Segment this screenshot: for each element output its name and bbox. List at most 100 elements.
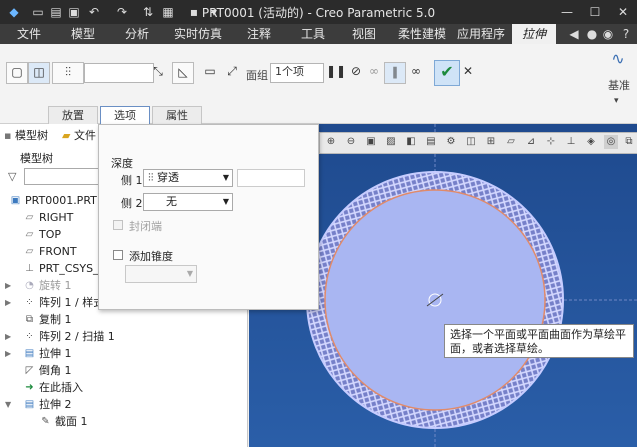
ok-check-icon[interactable]: ✔: [434, 60, 460, 86]
remove-material-icon[interactable]: ◺: [172, 62, 194, 84]
model-tree-header: 模型树: [20, 152, 53, 165]
tab-flexible-modeling[interactable]: 柔性建模: [390, 24, 454, 44]
window-title: PRT0001 (活动的) - Creo Parametric 5.0: [201, 6, 436, 20]
sketch-icon: ✎: [41, 416, 50, 427]
pause-icon[interactable]: ❚❚: [326, 62, 346, 82]
annotation-display-icon[interactable]: ◈: [584, 135, 598, 149]
help-icon[interactable]: ?: [618, 26, 634, 42]
tab-analysis[interactable]: 分析: [112, 24, 162, 44]
view-manager-icon[interactable]: ⚙: [444, 135, 458, 149]
preview-icon[interactable]: ∞: [364, 62, 384, 82]
close-ends-label: 封闭端: [129, 220, 162, 233]
verify-preview-icon[interactable]: ∥: [384, 62, 406, 84]
tab-view[interactable]: 视图: [342, 24, 386, 44]
thicken-icon[interactable]: ▭: [200, 62, 220, 82]
tree-search-field[interactable]: [24, 168, 104, 185]
zoom-out-icon[interactable]: ⊖: [344, 135, 358, 149]
collapse-icon[interactable]: ▼: [5, 396, 11, 413]
side2-label: 侧 2: [121, 197, 143, 210]
expand-icon[interactable]: ▶: [5, 294, 11, 311]
expand-icon[interactable]: ▶: [5, 328, 11, 345]
tab-model[interactable]: 模型: [58, 24, 108, 44]
chevron-down-icon: ▼: [222, 173, 229, 182]
tab-file[interactable]: 文件: [4, 24, 54, 44]
chamfer-icon: ◸: [25, 365, 34, 376]
add-taper-checkbox[interactable]: [113, 250, 123, 260]
display-icon[interactable]: ●: [584, 26, 600, 42]
taper-value-select[interactable]: ▼: [125, 265, 197, 283]
solid-type-icon[interactable]: ▢: [6, 62, 28, 84]
datum-plane-icon: ▱: [25, 212, 34, 223]
side1-label: 侧 1: [121, 174, 143, 187]
glasses-icon[interactable]: ∞: [406, 62, 426, 82]
tab-files[interactable]: ▰ 文件: [62, 126, 96, 146]
datum-plane-icon: ▱: [25, 229, 34, 240]
model-tree-icon: ▪: [4, 129, 12, 142]
side1-depth-select[interactable]: ⫶⫶ 穿透 ▼: [143, 169, 233, 187]
trim-icon[interactable]: ⤢: [222, 62, 242, 82]
sets-label: 面组: [246, 69, 268, 82]
insert-here-icon: ➜: [25, 382, 34, 393]
repaint-icon[interactable]: ▨: [384, 135, 398, 149]
tab-annotate[interactable]: 注释: [234, 24, 284, 44]
tab-model-tree[interactable]: ▪ 模型树: [4, 126, 48, 146]
close-ends-checkbox[interactable]: [113, 220, 123, 230]
point-display-icon[interactable]: ⊹: [544, 135, 558, 149]
tab-extrude[interactable]: 拉伸: [512, 24, 556, 44]
datum-dropdown-icon[interactable]: ▾: [614, 96, 619, 106]
tab-applications[interactable]: 应用程序: [456, 24, 506, 44]
perspective-icon[interactable]: ◫: [464, 135, 478, 149]
options-panel: 深度 侧 1 ⫶⫶ 穿透 ▼ 侧 2 无 ▼ 封闭端 添加锥度 ▼: [98, 124, 319, 310]
expand-icon[interactable]: ▶: [5, 277, 11, 294]
minimize-icon[interactable]: —: [556, 2, 578, 22]
graphics-toolbar: ⊕ ⊖ ▣ ▨ ◧ ▤ ⚙ ◫ ⊞ ▱ ⊿ ⊹ ⊥ ◈ ◎ ⧉: [319, 132, 637, 154]
display-style-icon[interactable]: ◧: [404, 135, 418, 149]
revolve-icon: ◔: [25, 280, 34, 291]
saved-orientations-icon[interactable]: ▤: [424, 135, 438, 149]
depth-option-button[interactable]: ⫶⫶: [52, 62, 84, 84]
depth-label: 深度: [111, 157, 133, 170]
csys-icon: ⊥: [25, 263, 34, 274]
settings-icon[interactable]: ◉: [600, 26, 616, 42]
ribbon-tabs: 文件 模型 分析 实时仿真 注释 工具 视图 柔性建模 应用程序 拉伸 ◀ ● …: [0, 24, 637, 44]
sketch-view-icon[interactable]: ⧉: [622, 135, 636, 149]
datum-label[interactable]: 基准: [608, 77, 630, 93]
extrude-icon: ▤: [24, 399, 35, 410]
navigation-icon[interactable]: ◀: [566, 26, 582, 42]
depth-value-field[interactable]: [84, 63, 154, 83]
folder-icon: ▰: [62, 129, 71, 142]
datum-plane-icon: ▱: [25, 246, 34, 257]
flip-direction-icon[interactable]: ⤡: [148, 62, 168, 82]
sketch-plane-tooltip: 选择一个平面或平面曲面作为草绘平面，或者选择草绘。: [444, 324, 634, 358]
spin-center-icon[interactable]: ◎: [604, 135, 618, 149]
datum-icon[interactable]: ∿: [606, 50, 630, 74]
title-bar: ◆ ▭ ▤ ▣ ↶ ↷ ⇅ ▦ ▪ ▾ PRT0001 (活动的) - Creo…: [0, 0, 637, 24]
tab-options[interactable]: 选项: [100, 106, 150, 125]
tab-tools[interactable]: 工具: [288, 24, 338, 44]
zoom-in-icon[interactable]: ⊕: [324, 135, 338, 149]
close-icon[interactable]: ✕: [612, 2, 634, 22]
csys-display-icon[interactable]: ⊥: [564, 135, 578, 149]
side2-depth-select[interactable]: 无 ▼: [143, 193, 233, 211]
no-preview-icon[interactable]: ⊘: [346, 62, 366, 82]
through-all-icon: ⫶⫶: [148, 171, 154, 184]
refit-icon[interactable]: ▣: [364, 135, 378, 149]
chevron-down-icon: ▼: [186, 269, 193, 278]
chevron-down-icon: ▼: [222, 197, 229, 206]
surface-type-icon[interactable]: ◫: [28, 62, 50, 84]
cancel-x-icon[interactable]: ✕: [458, 62, 478, 82]
plane-display-icon[interactable]: ▱: [504, 135, 518, 149]
datum-display-icon[interactable]: ⊞: [484, 135, 498, 149]
tab-placement[interactable]: 放置: [48, 106, 98, 125]
maximize-icon[interactable]: ☐: [584, 2, 606, 22]
sets-field[interactable]: 1个项: [270, 63, 324, 83]
tab-properties[interactable]: 属性: [152, 106, 202, 125]
axis-display-icon[interactable]: ⊿: [524, 135, 538, 149]
expand-icon[interactable]: ▶: [5, 345, 11, 362]
pattern-icon: ⁘: [25, 331, 34, 342]
tab-live-simulation[interactable]: 实时仿真: [166, 24, 230, 44]
side1-value-field[interactable]: [237, 169, 305, 187]
pattern-icon: ⁘: [25, 297, 34, 308]
filter-icon[interactable]: ▽: [8, 170, 16, 183]
extrude-icon: ▤: [24, 348, 35, 359]
